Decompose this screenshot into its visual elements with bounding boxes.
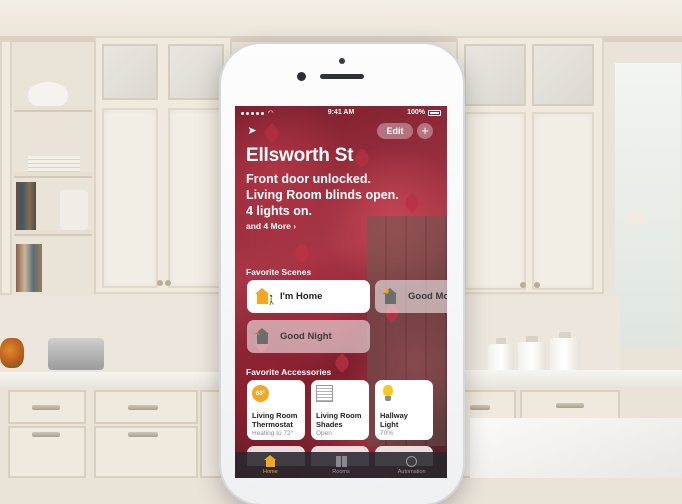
- home-app-screen: ◠ 9:41 AM 100% ➤ Edit + Ellsworth St Fro…: [235, 106, 447, 478]
- accessory-name: Hallway: [380, 411, 408, 420]
- open-shelf: [14, 172, 92, 178]
- scene-label: I'm Home: [280, 291, 323, 302]
- add-button[interactable]: +: [417, 123, 433, 139]
- scene-good-morning[interactable]: ✺ Good Mo: [375, 280, 447, 313]
- drawer: [200, 390, 222, 478]
- and-more-link[interactable]: and 4 More ›: [246, 221, 296, 231]
- house-person-icon: 🚶: [255, 287, 277, 306]
- jars: [50, 262, 86, 292]
- cabinet-knob: [157, 280, 163, 286]
- accessory-hallway-light[interactable]: Hallway Light 70%: [375, 380, 433, 440]
- tab-label: Home: [263, 469, 278, 475]
- soup-tureen: [28, 82, 68, 106]
- summary-line: 4 lights on.: [246, 204, 312, 218]
- open-shelf: [14, 106, 92, 112]
- fruit-bowl: [0, 338, 24, 368]
- accessory-name: Living Room: [316, 411, 362, 420]
- countertop-right: [460, 370, 682, 388]
- front-sensor: [339, 58, 345, 64]
- summary-line: Living Room blinds open.: [246, 188, 399, 202]
- cabinet-knob: [520, 282, 526, 288]
- automation-tab-icon: [405, 456, 418, 467]
- house-sun-icon: ✺: [383, 287, 401, 306]
- accessory-name: Shades: [316, 420, 343, 429]
- window: [612, 60, 682, 350]
- status-bar: ◠ 9:41 AM 100%: [235, 106, 447, 120]
- battery-icon: [428, 109, 441, 116]
- drawer-handle: [32, 432, 60, 437]
- cabinet-knob: [165, 280, 171, 286]
- glass-door: [532, 44, 594, 106]
- summary-line: Front door unlocked.: [246, 172, 371, 186]
- backsplash-left: [0, 296, 222, 372]
- toaster: [48, 338, 104, 370]
- lightbulb-icon: [380, 385, 398, 403]
- scene-label: Good Night: [280, 331, 332, 342]
- ceiling: [0, 0, 682, 36]
- cabinet-knob: [534, 282, 540, 288]
- drawer-handle: [128, 405, 158, 410]
- tab-rooms[interactable]: Rooms: [306, 452, 377, 478]
- tab-automation[interactable]: Automation: [376, 452, 447, 478]
- glass-door: [102, 44, 158, 100]
- accessory-name: Living Room: [252, 411, 298, 420]
- drawer-handle: [556, 403, 584, 408]
- location-arrow-icon[interactable]: ➤: [245, 124, 259, 138]
- glass-door: [464, 44, 526, 106]
- rooms-tab-icon: [335, 456, 348, 467]
- battery-percent: 100%: [407, 109, 425, 116]
- shades-icon-wrap: [316, 385, 334, 403]
- edit-button[interactable]: Edit: [377, 123, 413, 139]
- cabinet-door: [532, 112, 594, 290]
- accessory-name: Thermostat: [252, 420, 293, 429]
- tab-label: Automation: [397, 469, 426, 475]
- tab-home[interactable]: Home: [235, 452, 306, 478]
- accessory-shades[interactable]: Living Room Shades Open: [311, 380, 369, 440]
- drawer-handle: [128, 432, 158, 437]
- accessory-name: Light: [380, 420, 399, 429]
- accessory-status: Open: [316, 430, 332, 437]
- tab-label: Rooms: [332, 469, 350, 475]
- earpiece-speaker: [320, 74, 364, 79]
- canister: [488, 338, 514, 372]
- cabinet-door: [464, 112, 526, 290]
- tab-bar: Home Rooms Automation: [235, 452, 447, 478]
- books: [16, 244, 42, 292]
- shades-icon: [316, 385, 333, 402]
- marble-island: [470, 418, 682, 478]
- home-summary: Front door unlocked. Living Room blinds …: [246, 171, 399, 219]
- drawer-handle: [470, 405, 490, 410]
- accessory-status: Heating to 72°: [252, 430, 294, 437]
- cabinet-door: [102, 108, 158, 288]
- plate-stack: [28, 156, 80, 172]
- open-shelf: [14, 230, 92, 236]
- front-camera: [297, 72, 306, 81]
- left-edge-cabinet: [0, 40, 12, 295]
- thermostat-icon: 68°: [252, 385, 269, 402]
- accessory-thermostat[interactable]: 68° Living Room Thermostat Heating to 72…: [247, 380, 305, 440]
- scene-label: Good Mo: [408, 291, 447, 302]
- books: [16, 182, 36, 230]
- cabinet-door: [168, 108, 224, 288]
- canister-shelf: [60, 190, 88, 230]
- glass-door: [168, 44, 224, 100]
- canister: [518, 336, 546, 372]
- favorite-accessories-heading: Favorite Accessories: [246, 367, 332, 377]
- drawer-handle: [32, 405, 60, 410]
- canister: [550, 332, 580, 372]
- favorite-scenes-heading: Favorite Scenes: [246, 267, 312, 277]
- thermostat-icon-wrap: 68°: [252, 385, 270, 403]
- home-title: Ellsworth St: [246, 145, 354, 166]
- scene-good-night[interactable]: ☾ Good Night: [247, 320, 370, 353]
- scene-im-home[interactable]: 🚶 I'm Home: [247, 280, 370, 313]
- accessory-status: 70%: [380, 430, 394, 437]
- countertop-left: [0, 372, 222, 388]
- home-tab-icon: [263, 455, 277, 467]
- house-moon-icon: ☾: [255, 327, 273, 346]
